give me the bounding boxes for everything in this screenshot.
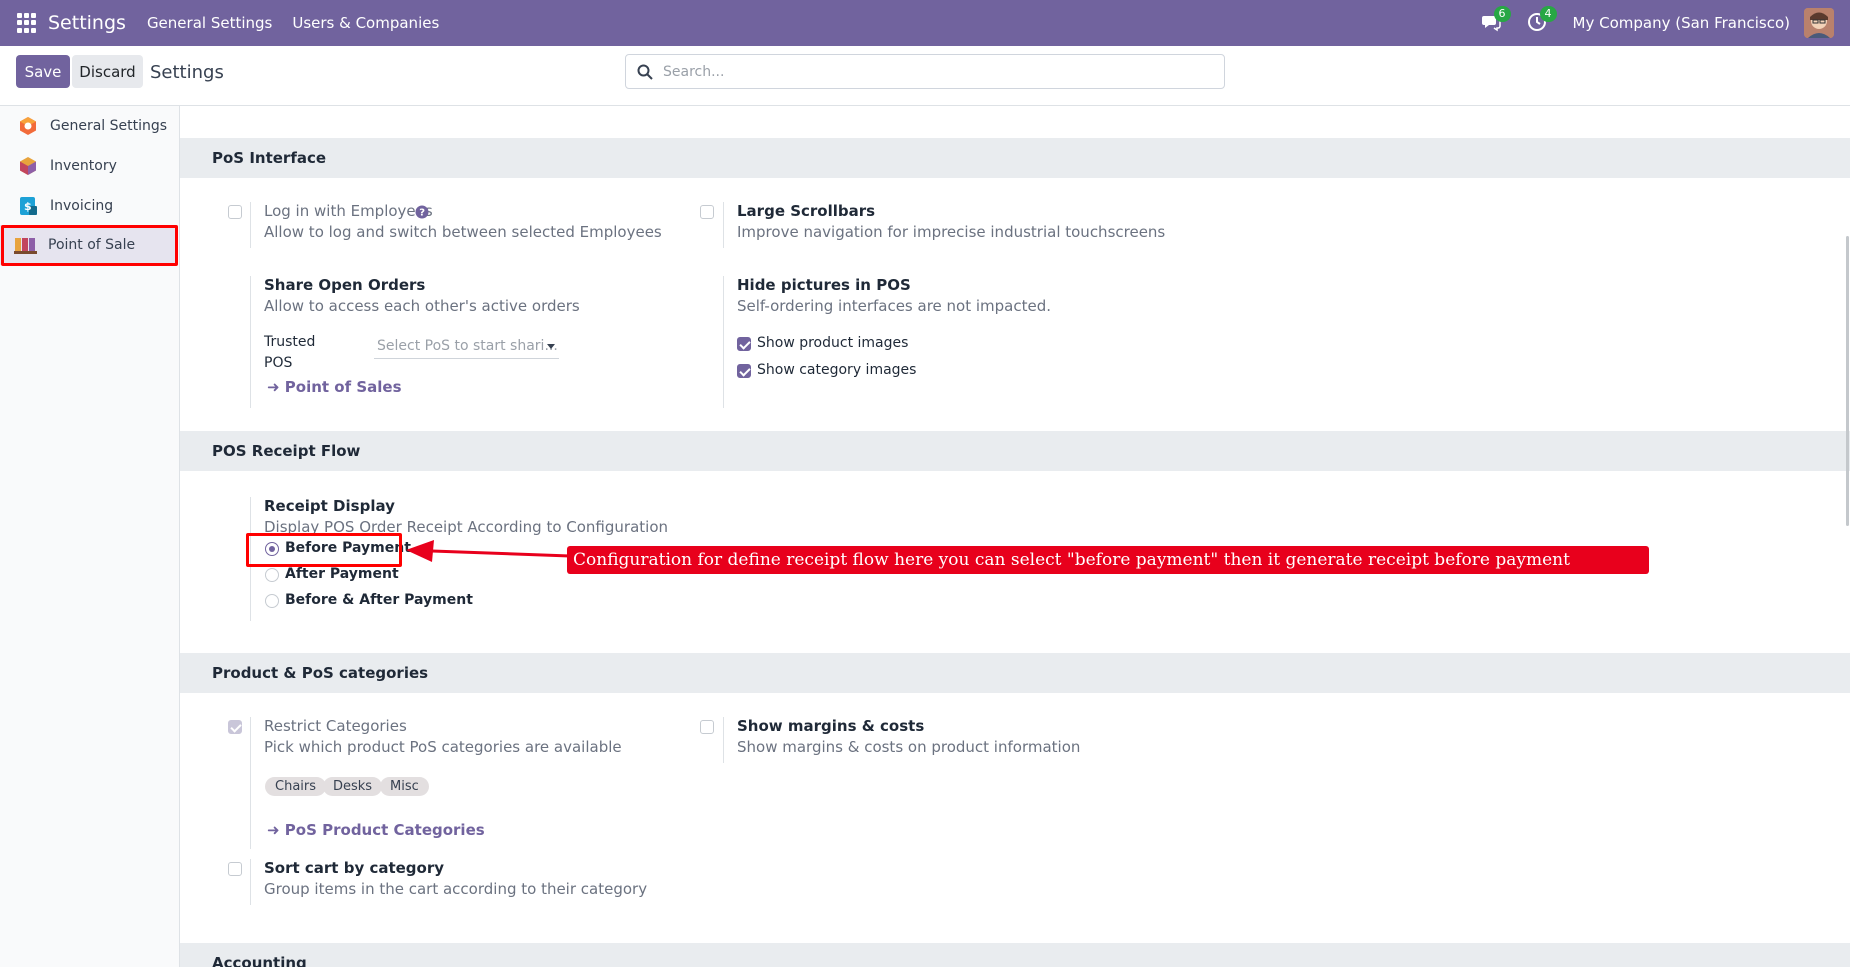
large-scrollbars-checkbox[interactable] bbox=[700, 205, 714, 219]
sidebar-item-general-settings[interactable]: General Settings bbox=[0, 106, 178, 146]
sort-cart-checkbox[interactable] bbox=[228, 862, 242, 876]
search-input[interactable] bbox=[663, 63, 1203, 80]
settings-content: PoS Interface Log in with Employees ? Al… bbox=[180, 106, 1850, 967]
divider bbox=[250, 859, 251, 905]
section-header-pos-interface: PoS Interface bbox=[180, 138, 1850, 178]
category-tag[interactable]: Misc bbox=[380, 777, 429, 796]
scrollbar-thumb[interactable] bbox=[1846, 236, 1849, 526]
highlight-box-before-payment bbox=[246, 533, 402, 567]
general-settings-icon bbox=[20, 117, 36, 135]
messages-icon[interactable]: 6 bbox=[1481, 6, 1511, 34]
help-icon[interactable]: ? bbox=[415, 205, 429, 219]
share-orders-desc: Allow to access each other's active orde… bbox=[264, 297, 580, 315]
highlight-box-sidebar bbox=[1, 225, 178, 266]
search-icon bbox=[637, 64, 653, 80]
large-scrollbars-title: Large Scrollbars bbox=[737, 202, 876, 220]
large-scrollbars-desc: Improve navigation for imprecise industr… bbox=[737, 223, 1166, 241]
hide-pictures-desc: Self-ordering interfaces are not impacte… bbox=[737, 297, 1052, 315]
show-category-images-checkbox[interactable] bbox=[737, 364, 751, 378]
divider bbox=[723, 717, 724, 763]
company-switcher[interactable]: My Company (San Francisco) bbox=[1573, 14, 1790, 32]
point-of-sales-link[interactable]: ➜ Point of Sales bbox=[267, 378, 402, 396]
before-after-payment-label: Before & After Payment bbox=[285, 592, 473, 608]
sidebar-item-label: General Settings bbox=[50, 118, 168, 134]
sort-cart-desc: Group items in the cart according to the… bbox=[264, 880, 648, 898]
chevron-down-icon bbox=[547, 344, 555, 349]
invoicing-icon: $ bbox=[20, 197, 37, 215]
pos-product-categories-link-label: PoS Product Categories bbox=[284, 821, 485, 839]
restrict-categories-desc: Pick which product PoS categories are av… bbox=[264, 738, 622, 756]
divider bbox=[723, 202, 724, 248]
trusted-pos-label-2: POS bbox=[264, 355, 293, 371]
restrict-categories-checkbox[interactable] bbox=[228, 720, 242, 734]
after-payment-label: After Payment bbox=[285, 566, 399, 582]
activity-clock-icon[interactable]: 4 bbox=[1527, 6, 1557, 34]
show-margins-desc: Show margins & costs on product informat… bbox=[737, 738, 1081, 756]
restrict-categories-title: Restrict Categories bbox=[264, 717, 407, 735]
divider bbox=[250, 276, 251, 408]
section-header-receipt-flow: POS Receipt Flow bbox=[180, 431, 1850, 471]
top-navbar: Settings General Settings Users & Compan… bbox=[0, 0, 1850, 46]
show-product-images-checkbox[interactable] bbox=[737, 337, 751, 351]
user-avatar[interactable] bbox=[1804, 8, 1834, 38]
annotation-arrow-icon bbox=[406, 540, 570, 562]
sort-cart-title: Sort cart by category bbox=[264, 859, 445, 877]
app-grid-icon[interactable] bbox=[17, 13, 37, 33]
divider bbox=[250, 202, 251, 248]
save-button[interactable]: Save bbox=[16, 55, 70, 88]
point-of-sales-link-label: Point of Sales bbox=[284, 378, 402, 396]
divider bbox=[723, 276, 724, 408]
radio-before-after-payment[interactable] bbox=[265, 594, 279, 608]
control-panel: Save Discard Settings bbox=[0, 46, 1850, 106]
activity-badge: 4 bbox=[1539, 6, 1557, 22]
messages-badge: 6 bbox=[1493, 6, 1511, 22]
radio-after-payment[interactable] bbox=[265, 568, 279, 582]
sidebar-item-label: Inventory bbox=[50, 158, 117, 174]
svg-text:$: $ bbox=[24, 200, 32, 213]
app-brand[interactable]: Settings bbox=[48, 12, 126, 34]
hide-pictures-title: Hide pictures in POS bbox=[737, 276, 911, 294]
login-employees-title: Log in with Employees bbox=[264, 202, 433, 220]
menu-general-settings[interactable]: General Settings bbox=[147, 14, 272, 32]
login-employees-checkbox[interactable] bbox=[228, 205, 242, 219]
trusted-pos-placeholder: Select PoS to start shari... bbox=[377, 338, 558, 354]
pos-product-categories-link[interactable]: ➜ PoS Product Categories bbox=[267, 821, 485, 839]
annotation-callout: Configuration for define receipt flow he… bbox=[567, 546, 1649, 574]
trusted-pos-select[interactable]: Select PoS to start shari... bbox=[374, 335, 559, 359]
arrow-right-icon: ➜ bbox=[267, 378, 285, 396]
arrow-right-icon: ➜ bbox=[267, 821, 285, 839]
menu-users-companies[interactable]: Users & Companies bbox=[292, 14, 439, 32]
category-tag[interactable]: Chairs bbox=[265, 777, 327, 796]
receipt-display-title: Receipt Display bbox=[264, 497, 395, 515]
login-employees-desc: Allow to log and switch between selected… bbox=[264, 223, 662, 241]
divider bbox=[250, 717, 251, 849]
sidebar-item-label: Invoicing bbox=[50, 198, 114, 214]
inventory-icon bbox=[20, 157, 36, 175]
share-orders-title: Share Open Orders bbox=[264, 276, 426, 294]
section-header-product-categories: Product & PoS categories bbox=[180, 653, 1850, 693]
sidebar-item-invoicing[interactable]: $ Invoicing bbox=[0, 186, 178, 226]
sidebar-item-inventory[interactable]: Inventory bbox=[0, 146, 178, 186]
discard-button[interactable]: Discard bbox=[72, 55, 143, 88]
show-margins-title: Show margins & costs bbox=[737, 717, 925, 735]
search-bar[interactable] bbox=[625, 54, 1225, 89]
show-category-images-label: Show category images bbox=[757, 362, 917, 378]
show-product-images-label: Show product images bbox=[757, 335, 909, 351]
category-tag[interactable]: Desks bbox=[323, 777, 383, 796]
trusted-pos-label: Trusted bbox=[264, 334, 316, 350]
section-header-accounting: Accounting bbox=[180, 943, 1850, 967]
page-title: Settings bbox=[150, 62, 224, 83]
svg-text:?: ? bbox=[419, 208, 425, 219]
show-margins-checkbox[interactable] bbox=[700, 720, 714, 734]
